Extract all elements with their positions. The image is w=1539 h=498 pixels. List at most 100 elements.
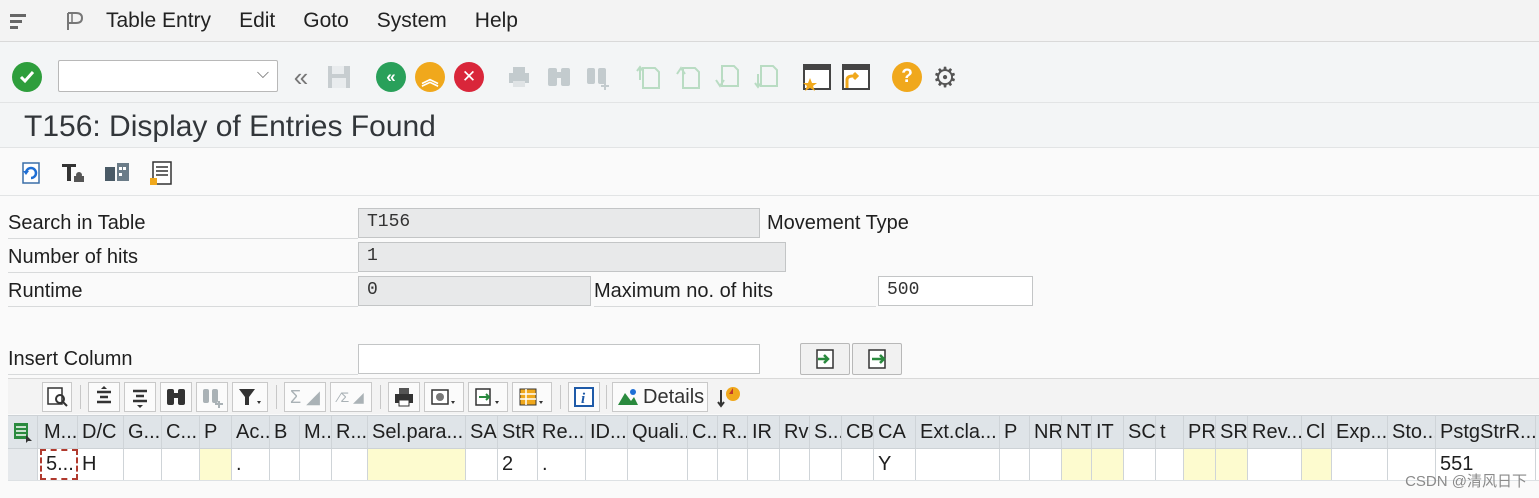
column-header[interactable]: Rv [780,416,810,448]
column-header[interactable]: C... [162,416,200,448]
column-header[interactable]: M... [300,416,332,448]
remove-column-button[interactable] [852,343,902,375]
table-cell[interactable] [1302,449,1332,480]
chevron-down-icon[interactable]: ⌵ [257,65,269,83]
column-header[interactable]: P [1000,416,1030,448]
table-cell[interactable]: . [232,449,270,480]
column-header[interactable]: Ac... [232,416,270,448]
table-cell[interactable] [368,449,466,480]
menu-table-entry[interactable]: Table Entry [106,9,211,33]
insert-column-field[interactable] [358,344,760,374]
table-cell[interactable] [916,449,1000,480]
new-session-icon[interactable] [802,62,832,92]
table-cell[interactable] [1124,449,1156,480]
display-document-icon[interactable] [146,158,176,188]
column-header[interactable]: IR [748,416,780,448]
last-page-icon[interactable] [752,63,780,91]
table-cell[interactable] [586,449,628,480]
table-cell[interactable] [1216,449,1248,480]
find-icon[interactable] [160,382,192,412]
column-header[interactable]: Exp... [1332,416,1388,448]
column-header[interactable]: D/C [78,416,124,448]
table-cell[interactable] [688,449,718,480]
table-cell[interactable] [780,449,810,480]
column-header[interactable]: R... [332,416,368,448]
row-selector[interactable] [8,449,38,480]
grid-header-select-all[interactable] [8,416,38,448]
column-header[interactable]: R... [718,416,748,448]
column-header[interactable]: NT [1062,416,1092,448]
views-icon[interactable] [424,382,464,412]
info-icon[interactable]: i [568,382,600,412]
back-icon[interactable]: « [376,62,406,92]
column-header[interactable]: IT [1092,416,1124,448]
sort-ascending-icon[interactable] [88,382,120,412]
menu-icon[interactable] [6,8,32,34]
refresh-icon[interactable] [16,158,46,188]
table-cell[interactable]: 5... [40,449,78,480]
enter-check-icon[interactable] [12,62,42,92]
column-header[interactable]: StR [498,416,538,448]
column-header[interactable]: C... [688,416,718,448]
gear-icon[interactable]: ⚙ [930,62,960,93]
column-header[interactable]: ID... [586,416,628,448]
menu-goto[interactable]: Goto [303,9,349,33]
insert-column-button[interactable] [800,343,850,375]
shortcut-icon[interactable] [841,62,871,92]
column-header[interactable]: PstgStrR... [1436,416,1536,448]
column-header[interactable]: Ext.cla... [916,416,1000,448]
table-cell[interactable] [748,449,780,480]
exit-icon[interactable]: ︽ [415,62,445,92]
print-icon[interactable] [388,382,420,412]
table-cell[interactable] [270,449,300,480]
table-cell[interactable] [200,449,232,480]
sort-descending-icon[interactable] [124,382,156,412]
table-settings-icon[interactable] [58,158,88,188]
table-cell[interactable] [1030,449,1062,480]
collapse-double-left-icon[interactable]: « [286,62,316,92]
column-header[interactable]: t [1156,416,1184,448]
export-icon[interactable] [468,382,508,412]
details-button[interactable]: Details [612,382,708,412]
table-cell[interactable] [1184,449,1216,480]
table-cell[interactable] [300,449,332,480]
find-next-icon[interactable] [584,63,612,91]
first-page-icon[interactable] [634,63,662,91]
previous-page-icon[interactable] [674,63,702,91]
column-header[interactable]: M... [40,416,78,448]
menu-edit[interactable]: Edit [239,9,275,33]
table-cell[interactable] [162,449,200,480]
menu-system[interactable]: System [377,9,447,33]
table-cell[interactable] [124,449,162,480]
sum-icon[interactable]: Σ ◢ [284,382,326,412]
find-next-icon[interactable] [196,382,228,412]
column-header[interactable]: Sel.para... [368,416,466,448]
subtotals-icon[interactable]: ⁄Σ ◢ [330,382,372,412]
column-header[interactable]: CB [842,416,874,448]
column-header[interactable]: B [270,416,300,448]
max-hits-field[interactable]: 500 [878,276,1033,306]
table-cell[interactable] [628,449,688,480]
table-cell[interactable] [1092,449,1124,480]
column-header[interactable]: S... [810,416,842,448]
detail-view-icon[interactable] [42,382,72,412]
table-cell[interactable] [1156,449,1184,480]
column-header[interactable]: SC [1124,416,1156,448]
column-header[interactable]: G... [124,416,162,448]
column-header[interactable]: Rev... [1248,416,1302,448]
table-cell[interactable] [842,449,874,480]
save-icon[interactable] [324,62,354,92]
find-icon[interactable] [545,63,573,91]
column-header[interactable]: Sto... [1388,416,1436,448]
menu-help[interactable]: Help [475,9,518,33]
table-cell[interactable] [810,449,842,480]
table-cell[interactable] [1062,449,1092,480]
table-cell[interactable]: H [78,449,124,480]
column-header[interactable]: CA [874,416,916,448]
table-cell[interactable]: . [538,449,586,480]
structure-icon[interactable] [102,158,132,188]
layout-icon[interactable] [512,382,552,412]
table-row[interactable]: 5... H . 2 . Y 551 [8,449,1539,481]
table-cell[interactable] [718,449,748,480]
help-icon[interactable]: ? [892,62,922,92]
